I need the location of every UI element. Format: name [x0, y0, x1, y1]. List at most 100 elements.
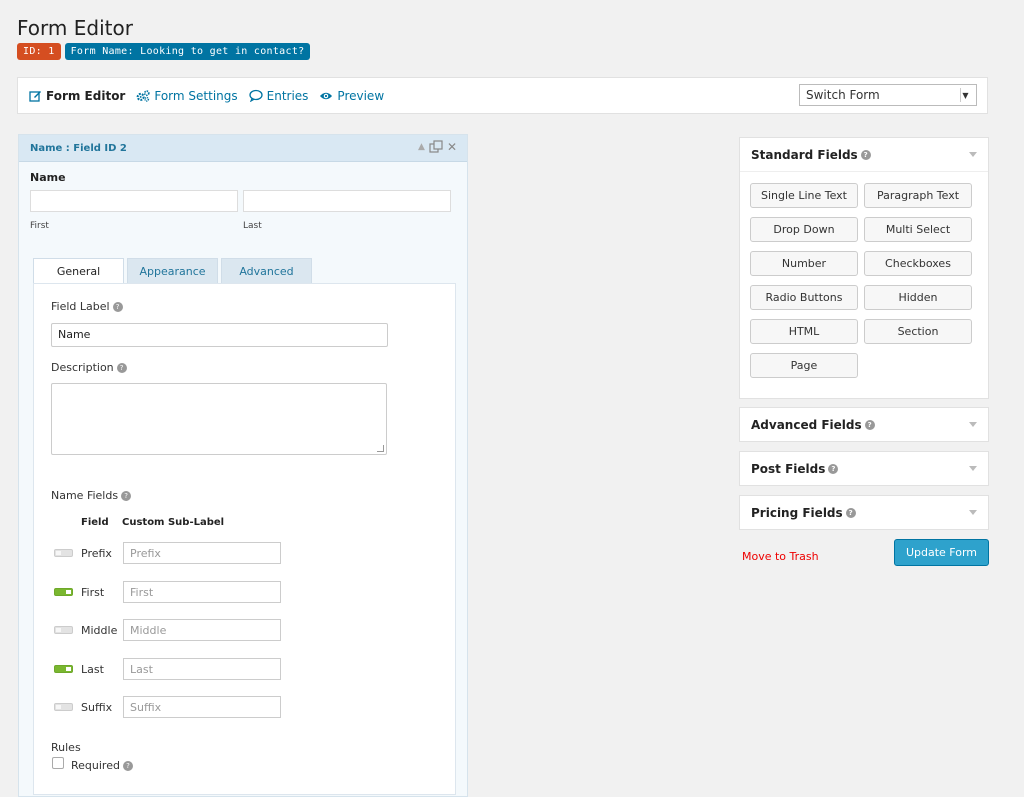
tab-general[interactable]: General — [33, 258, 124, 284]
advanced-fields-box: Advanced Fields? — [739, 407, 989, 442]
form-editor-label: Form Editor — [46, 88, 126, 103]
edit-icon — [28, 89, 42, 103]
select-arrow-icon: ▼ — [960, 88, 970, 102]
field-preview-label: Name — [30, 171, 66, 184]
preview-last-sublabel: Last — [243, 221, 262, 231]
help-icon[interactable]: ? — [116, 363, 127, 373]
rules-title: Rules — [51, 741, 81, 754]
general-tab-content: Field Label? Name Description? Name Fiel… — [33, 283, 456, 795]
form-badges: ID: 1 Form Name: Looking to get in conta… — [17, 43, 311, 60]
collapse-icon[interactable]: ▲ — [418, 140, 425, 157]
first-sublabel-input[interactable]: First — [123, 581, 281, 603]
add-paragraph-text-button[interactable]: Paragraph Text — [864, 183, 972, 208]
name-field-row-suffix: Suffix Suffix — [54, 696, 281, 718]
collapse-arrow-icon[interactable] — [969, 510, 977, 515]
name-field-row-middle: Middle Middle — [54, 619, 281, 641]
preview-last-input[interactable] — [243, 190, 451, 212]
last-name: Last — [81, 662, 104, 676]
add-single-line-text-button[interactable]: Single Line Text — [750, 183, 858, 208]
help-icon[interactable]: ? — [864, 419, 875, 430]
description-title: Description? — [51, 361, 127, 374]
name-fields-col-custom: Custom Sub-Label — [122, 517, 225, 528]
required-checkbox[interactable] — [52, 757, 64, 769]
help-icon[interactable]: ? — [122, 761, 133, 771]
last-toggle[interactable] — [54, 665, 73, 673]
first-name: First — [81, 585, 105, 599]
help-icon[interactable]: ? — [112, 302, 123, 312]
help-icon[interactable]: ? — [860, 149, 871, 160]
field-header[interactable]: Name : Field ID 2 ▲ ✕ — [19, 135, 467, 162]
form-settings-link[interactable]: Form Settings — [136, 88, 238, 103]
standard-fields-buttons: Single Line Text Paragraph Text Drop Dow… — [740, 171, 988, 399]
resize-grip-icon[interactable] — [377, 445, 384, 452]
tab-appearance[interactable]: Appearance — [127, 258, 218, 283]
field-label-title: Field Label? — [51, 300, 123, 313]
page-title: Form Editor — [17, 16, 133, 40]
form-settings-label: Form Settings — [154, 88, 238, 103]
add-multi-select-button[interactable]: Multi Select — [864, 217, 972, 242]
prefix-name: Prefix — [81, 546, 112, 560]
add-section-button[interactable]: Section — [864, 319, 972, 344]
suffix-sublabel-input[interactable]: Suffix — [123, 696, 281, 718]
form-name-badge: Form Name: Looking to get in contact? — [64, 43, 311, 60]
form-editor-link[interactable]: Form Editor — [28, 89, 125, 103]
field-editor-panel: Name : Field ID 2 ▲ ✕ Name First Last Ge… — [18, 134, 468, 797]
preview-first-sublabel: First — [30, 221, 49, 231]
suffix-name: Suffix — [81, 700, 113, 714]
field-settings-tabs: General Appearance Advanced — [33, 258, 312, 284]
advanced-fields-header[interactable]: Advanced Fields? — [740, 408, 988, 441]
add-number-button[interactable]: Number — [750, 251, 858, 276]
post-fields-box: Post Fields? — [739, 451, 989, 486]
last-sublabel-input[interactable]: Last — [123, 658, 281, 680]
pricing-fields-header[interactable]: Pricing Fields? — [740, 496, 988, 529]
collapse-arrow-icon[interactable] — [969, 422, 977, 427]
switch-form-select[interactable]: Switch Form ▼ — [799, 84, 977, 106]
description-textarea[interactable] — [51, 383, 387, 455]
name-fields-col-field: Field — [81, 517, 109, 528]
preview-link[interactable]: Preview — [319, 89, 384, 103]
collapse-arrow-icon[interactable] — [969, 152, 977, 157]
middle-sublabel-input[interactable]: Middle — [123, 619, 281, 641]
entries-link[interactable]: Entries — [248, 88, 309, 103]
required-label: Required? — [71, 759, 133, 772]
add-hidden-button[interactable]: Hidden — [864, 285, 972, 310]
pricing-fields-box: Pricing Fields? — [739, 495, 989, 530]
name-fields-title: Name Fields? — [51, 489, 132, 502]
add-checkboxes-button[interactable]: Checkboxes — [864, 251, 972, 276]
form-id-badge: ID: 1 — [17, 43, 61, 60]
delete-icon[interactable]: ✕ — [447, 140, 457, 157]
add-radio-buttons-button[interactable]: Radio Buttons — [750, 285, 858, 310]
eye-icon — [319, 89, 333, 103]
prefix-toggle[interactable] — [54, 549, 73, 557]
comment-icon — [248, 89, 263, 103]
editor-toolbar: Form Editor Form Settings Entries Previe… — [17, 77, 988, 114]
help-icon[interactable]: ? — [121, 491, 132, 501]
add-html-button[interactable]: HTML — [750, 319, 858, 344]
preview-label: Preview — [337, 88, 385, 103]
add-drop-down-button[interactable]: Drop Down — [750, 217, 858, 242]
middle-name: Middle — [81, 623, 118, 637]
standard-fields-header[interactable]: Standard Fields? — [740, 138, 988, 171]
suffix-toggle[interactable] — [54, 703, 73, 711]
update-form-button[interactable]: Update Form — [894, 539, 989, 566]
add-page-button[interactable]: Page — [750, 353, 858, 378]
preview-first-input[interactable] — [30, 190, 238, 212]
name-field-row-first: First First — [54, 581, 281, 603]
collapse-arrow-icon[interactable] — [969, 466, 977, 471]
name-field-row-prefix: Prefix Prefix — [54, 542, 281, 564]
name-field-row-last: Last Last — [54, 658, 281, 680]
prefix-sublabel-input[interactable]: Prefix — [123, 542, 281, 564]
help-icon[interactable]: ? — [845, 507, 856, 518]
standard-fields-box: Standard Fields? Single Line Text Paragr… — [739, 137, 989, 399]
field-header-title: Name : Field ID 2 — [30, 142, 127, 154]
field-label-input[interactable]: Name — [51, 323, 388, 347]
first-toggle[interactable] — [54, 588, 73, 596]
middle-toggle[interactable] — [54, 626, 73, 634]
duplicate-icon[interactable] — [429, 140, 443, 157]
move-to-trash-link[interactable]: Move to Trash — [742, 550, 819, 563]
tab-advanced[interactable]: Advanced — [221, 258, 312, 283]
post-fields-header[interactable]: Post Fields? — [740, 452, 988, 485]
gears-icon — [136, 89, 150, 103]
help-icon[interactable]: ? — [828, 463, 839, 474]
entries-label: Entries — [266, 88, 309, 103]
